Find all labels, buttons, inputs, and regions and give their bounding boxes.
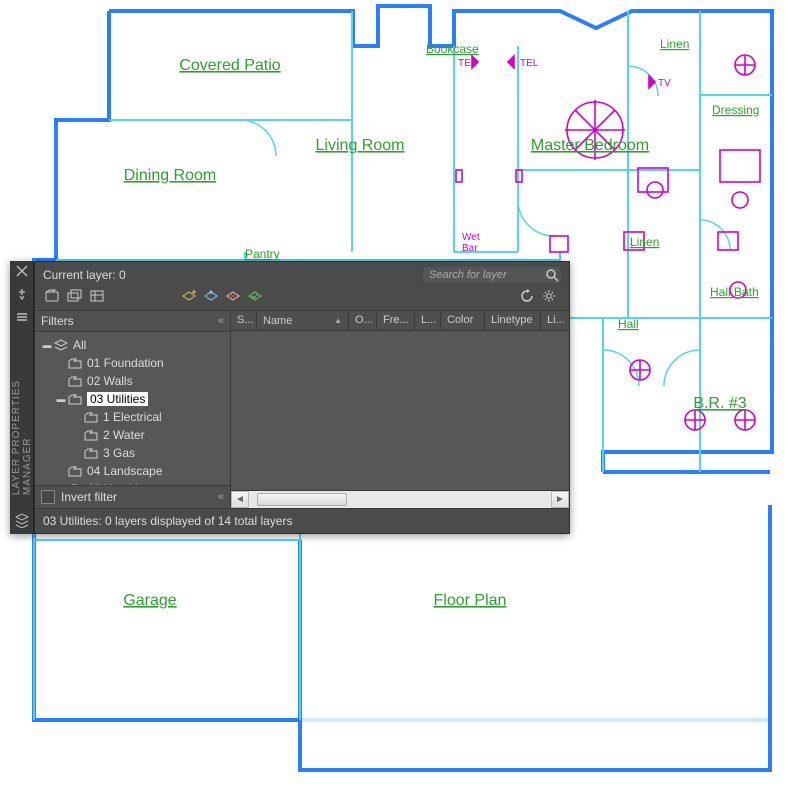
col-on[interactable]: O... — [349, 311, 377, 330]
folder-icon — [83, 428, 99, 442]
filters-heading: Filters — [41, 314, 74, 328]
filters-tree: ▬All 01 Foundation 02 Walls ▬03 Utilitie… — [35, 332, 230, 485]
label-master-bedroom: Master Bedroom — [531, 137, 649, 154]
set-current-layer-button[interactable] — [245, 286, 265, 306]
refresh-button[interactable] — [517, 286, 537, 306]
label-wet-bar-b: Bar — [462, 243, 478, 254]
tree-02-walls[interactable]: 02 Walls — [37, 372, 228, 390]
scroll-thumb[interactable] — [257, 493, 347, 506]
delete-layer-button[interactable] — [223, 286, 243, 306]
tree-root[interactable]: ▬All — [37, 336, 228, 354]
layer-properties-panel: LAYER PROPERTIES MANAGER Current layer: … — [10, 261, 570, 534]
scroll-left-icon[interactable]: ◄ — [231, 491, 249, 508]
sort-asc-icon: ▲ — [334, 316, 342, 325]
label-linen1: Linen — [660, 37, 689, 51]
label-pantry: Pantry — [245, 247, 280, 261]
pin-icon[interactable] — [13, 286, 31, 303]
new-property-filter-button[interactable] — [43, 286, 63, 306]
tree-1-electrical[interactable]: 1 Electrical — [37, 408, 228, 426]
panel-status-bar: 03 Utilities: 0 layers displayed of 14 t… — [35, 508, 569, 533]
invert-filter-checkbox[interactable] — [41, 490, 55, 504]
collapse-invert-icon[interactable]: « — [218, 491, 224, 503]
collapse-filters-icon[interactable]: « — [218, 315, 224, 327]
horizontal-scrollbar[interactable]: ◄ ► — [231, 490, 569, 508]
col-freeze[interactable]: Fre... — [377, 311, 415, 330]
label-tv: TV — [658, 78, 671, 89]
label-br3: B.R. #3 — [693, 395, 746, 412]
tree-03-utilities[interactable]: ▬03 Utilities — [37, 390, 228, 408]
settings-button[interactable] — [539, 286, 559, 306]
col-lineweight[interactable]: Li... — [541, 311, 569, 330]
label-living-room: Living Room — [316, 137, 405, 154]
new-group-filter-button[interactable] — [65, 286, 85, 306]
search-input[interactable] — [425, 267, 545, 283]
col-lock[interactable]: L... — [415, 311, 441, 330]
layers-stack-icon[interactable] — [13, 511, 31, 528]
layers-icon — [53, 338, 69, 352]
col-name[interactable]: Name▲ — [257, 311, 349, 330]
layer-states-button[interactable] — [87, 286, 107, 306]
label-bookcase: Bookcase — [426, 42, 479, 56]
label-dressing: Dressing — [712, 103, 759, 117]
label-garage: Garage — [123, 592, 176, 609]
label-wet-bar: Wet — [462, 232, 480, 243]
new-layer-frozen-button[interactable] — [201, 286, 221, 306]
col-color[interactable]: Color — [441, 311, 485, 330]
label-covered-patio: Covered Patio — [179, 57, 280, 74]
label-tel2: TEL — [520, 58, 539, 69]
search-icon[interactable] — [545, 268, 559, 282]
label-dining-room: Dining Room — [124, 167, 216, 184]
label-linen2: Linen — [630, 235, 659, 249]
label-floor-plan: Floor Plan — [434, 592, 507, 609]
panel-title: LAYER PROPERTIES MANAGER — [11, 331, 33, 495]
close-icon[interactable] — [13, 263, 31, 280]
invert-filter-label: Invert filter — [61, 490, 117, 504]
search-wrap — [423, 267, 561, 283]
col-linetype[interactable]: Linetype — [485, 311, 541, 330]
label-hall-bath: Hall Bath — [710, 285, 759, 299]
folder-icon — [67, 464, 83, 478]
scroll-right-icon[interactable]: ► — [551, 491, 569, 508]
tree-01-foundation[interactable]: 01 Foundation — [37, 354, 228, 372]
panel-side-tab: LAYER PROPERTIES MANAGER — [10, 261, 34, 534]
tree-2-water[interactable]: 2 Water — [37, 426, 228, 444]
folder-icon — [67, 374, 83, 388]
new-layer-button[interactable] — [179, 286, 199, 306]
folder-icon — [67, 392, 83, 406]
folder-icon — [83, 446, 99, 460]
panel-menu-icon[interactable] — [13, 308, 31, 325]
current-layer-text: Current layer: 0 — [43, 268, 126, 282]
tree-3-gas[interactable]: 3 Gas — [37, 444, 228, 462]
folder-icon — [67, 356, 83, 370]
folder-icon — [83, 410, 99, 424]
layer-list-header: S... Name▲ O... Fre... L... Color Linety… — [231, 311, 569, 331]
label-tel1: TEL — [458, 58, 477, 69]
label-hall: Hall — [618, 317, 639, 331]
tree-04-landscape[interactable]: 04 Landscape — [37, 462, 228, 480]
col-status[interactable]: S... — [231, 311, 257, 330]
layer-list-body[interactable] — [231, 331, 569, 490]
